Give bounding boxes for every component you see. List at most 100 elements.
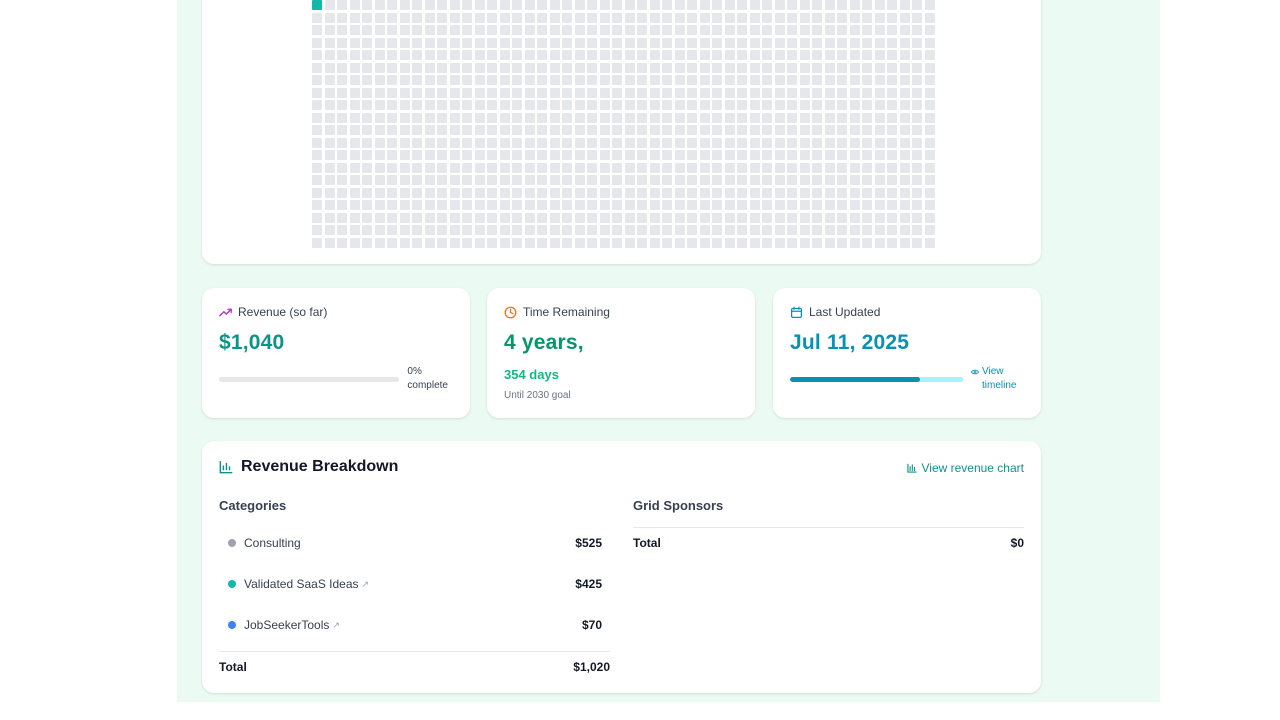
grid-cell[interactable] [312, 187, 322, 198]
grid-cell[interactable] [774, 200, 785, 210]
grid-cell[interactable] [424, 0, 435, 10]
grid-cell[interactable] [549, 237, 560, 248]
grid-cell[interactable] [324, 162, 335, 173]
grid-cell[interactable] [512, 162, 522, 173]
grid-cell[interactable] [774, 212, 785, 223]
grid-cell[interactable] [749, 175, 760, 185]
grid-cell[interactable] [549, 175, 560, 185]
grid-cell[interactable] [712, 225, 722, 235]
grid-cell[interactable] [837, 12, 847, 23]
grid-cell[interactable] [599, 87, 610, 98]
grid-cell[interactable] [812, 25, 822, 35]
grid-cell[interactable] [912, 12, 922, 23]
grid-cell[interactable] [437, 125, 447, 135]
grid-cell[interactable] [824, 12, 835, 23]
grid-cell[interactable] [887, 62, 897, 73]
grid-cell[interactable] [337, 225, 347, 235]
grid-cell[interactable] [599, 75, 610, 85]
grid-cell[interactable] [462, 12, 472, 23]
grid-cell[interactable] [674, 75, 685, 85]
grid-cell[interactable] [737, 50, 747, 60]
grid-cell[interactable] [374, 125, 385, 135]
grid-cell[interactable] [899, 87, 910, 98]
grid-cell[interactable] [537, 100, 547, 110]
grid-cell[interactable] [899, 187, 910, 198]
grid-cell[interactable] [662, 237, 672, 248]
grid-cell[interactable] [524, 137, 535, 148]
grid-cell[interactable] [799, 175, 810, 185]
grid-cell[interactable] [649, 237, 660, 248]
grid-cell[interactable] [899, 0, 910, 10]
grid-cell[interactable] [799, 187, 810, 198]
grid-cell[interactable] [674, 0, 685, 10]
grid-cell[interactable] [524, 50, 535, 60]
grid-cell[interactable] [737, 0, 747, 10]
grid-cell[interactable] [399, 62, 410, 73]
grid-cell[interactable] [699, 175, 710, 185]
grid-cell[interactable] [612, 200, 622, 210]
grid-cell[interactable] [574, 187, 585, 198]
grid-cell[interactable] [849, 25, 860, 35]
grid-cell[interactable] [899, 75, 910, 85]
grid-cell[interactable] [362, 200, 372, 210]
grid-cell[interactable] [362, 212, 372, 223]
grid-cell[interactable] [599, 225, 610, 235]
grid-cell[interactable] [887, 225, 897, 235]
grid-cell[interactable] [437, 200, 447, 210]
grid-cell[interactable] [874, 50, 885, 60]
grid-cell[interactable] [749, 150, 760, 160]
grid-cell[interactable] [824, 50, 835, 60]
grid-cell[interactable] [324, 25, 335, 35]
grid-cell[interactable] [624, 87, 635, 98]
grid-cell[interactable] [774, 237, 785, 248]
grid-cell[interactable] [449, 0, 460, 10]
grid-cell[interactable] [849, 200, 860, 210]
grid-cell[interactable] [349, 50, 360, 60]
grid-cell[interactable] [537, 125, 547, 135]
grid-cell[interactable] [399, 112, 410, 123]
grid-cell[interactable] [524, 125, 535, 135]
grid-cell[interactable] [399, 75, 410, 85]
grid-cell[interactable] [849, 187, 860, 198]
grid-cell[interactable] [874, 62, 885, 73]
grid-cell[interactable] [724, 75, 735, 85]
grid-cell[interactable] [862, 237, 872, 248]
grid-cell[interactable] [787, 25, 797, 35]
grid-cell[interactable] [349, 12, 360, 23]
grid-cell[interactable] [712, 112, 722, 123]
grid-cell[interactable] [824, 112, 835, 123]
grid-cell[interactable] [562, 225, 572, 235]
grid-cell[interactable] [887, 112, 897, 123]
grid-cell[interactable] [437, 162, 447, 173]
grid-cell[interactable] [874, 100, 885, 110]
grid-cell[interactable] [462, 75, 472, 85]
grid-cell[interactable] [837, 175, 847, 185]
grid-cell[interactable] [387, 212, 397, 223]
grid-cell[interactable] [787, 100, 797, 110]
grid-cell[interactable] [624, 125, 635, 135]
grid-cell[interactable] [724, 187, 735, 198]
grid-cell[interactable] [537, 37, 547, 48]
grid-cell[interactable] [412, 100, 422, 110]
grid-cell[interactable] [787, 225, 797, 235]
grid-cell[interactable] [749, 225, 760, 235]
grid-cell[interactable] [512, 25, 522, 35]
grid-cell[interactable] [799, 37, 810, 48]
grid-cell[interactable] [599, 187, 610, 198]
grid-cell[interactable] [699, 50, 710, 60]
grid-cell[interactable] [649, 0, 660, 10]
grid-cell[interactable] [462, 175, 472, 185]
grid-cell[interactable] [787, 162, 797, 173]
grid-cell[interactable] [487, 162, 497, 173]
grid-cell[interactable] [799, 212, 810, 223]
grid-cell[interactable] [912, 137, 922, 148]
grid-cell[interactable] [387, 0, 397, 10]
grid-cell[interactable] [349, 75, 360, 85]
grid-cell[interactable] [337, 187, 347, 198]
grid-cell[interactable] [499, 162, 510, 173]
grid-cell[interactable] [787, 175, 797, 185]
grid-cell[interactable] [312, 162, 322, 173]
grid-cell[interactable] [599, 100, 610, 110]
grid-cell[interactable] [499, 125, 510, 135]
grid-cell[interactable] [537, 225, 547, 235]
